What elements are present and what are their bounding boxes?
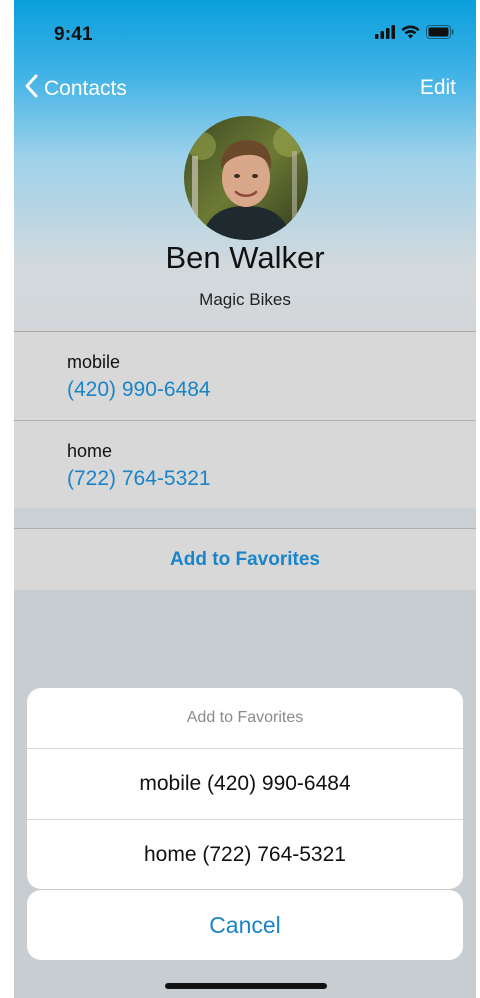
chevron-left-icon [24,74,38,104]
contact-name: Ben Walker [165,240,325,275]
cellular-signal-icon [375,24,395,44]
phone-row-home[interactable]: home (722) 764-5321 [14,421,476,510]
section-separator [14,508,476,528]
battery-icon [426,24,454,44]
contact-header: 9:41 Contacts Edit Ben Walker Magic Bike… [14,0,476,332]
add-to-favorites-button[interactable]: Add to Favorites [14,528,476,591]
cancel-button[interactable]: Cancel [27,890,463,960]
status-bar: 9:41 [14,0,476,60]
action-sheet: Add to Favorites mobile (420) 990-6484 h… [27,688,463,889]
status-time: 9:41 [54,24,93,45]
avatar [184,116,308,240]
action-sheet-option-home[interactable]: home (722) 764-5321 [27,820,463,889]
phone-number-link[interactable]: (420) 990-6484 [67,378,211,402]
phone-row-mobile[interactable]: mobile (420) 990-6484 [14,332,476,421]
action-sheet-title: Add to Favorites [27,688,463,749]
contact-company: Magic Bikes [199,290,291,309]
contact-detail-screen: 9:41 Contacts Edit Ben Walker Magic Bike… [14,0,476,998]
phone-label: home [67,441,113,461]
phone-label: mobile [67,352,121,372]
home-indicator[interactable] [165,983,327,989]
phone-number-link[interactable]: (722) 764-5321 [67,467,211,491]
back-button-label: Contacts [44,77,127,100]
status-icons [375,24,454,44]
action-sheet-option-mobile[interactable]: mobile (420) 990-6484 [27,749,463,820]
wifi-icon [401,24,420,44]
back-button[interactable]: Contacts [24,74,127,104]
edit-button[interactable]: Edit [420,76,456,100]
phone-list: mobile (420) 990-6484 home (722) 764-532… [14,331,476,510]
